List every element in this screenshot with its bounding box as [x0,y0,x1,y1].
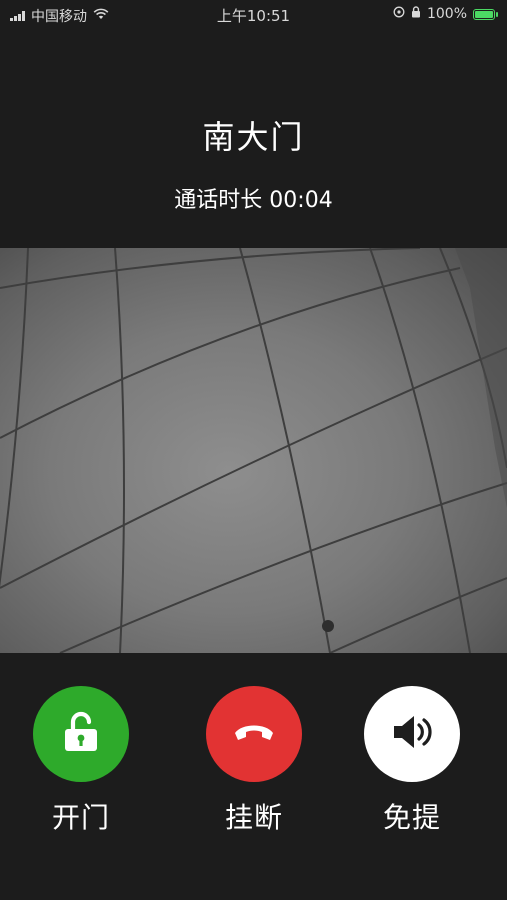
camera-feed [0,248,507,653]
hang-up-button[interactable]: 挂断 [189,680,319,836]
hang-up-label: 挂断 [224,801,283,834]
intercom-call-screen: 中国移动 上午10:51 100% 南大门 通话时长 00:04 开门 挂断 免… [0,0,507,900]
call-controls: 开门 挂断 免提 [0,680,507,840]
hang-up-circle[interactable] [206,686,302,782]
open-door-button[interactable]: 开门 [16,680,146,836]
unlock-icon [61,711,101,757]
speaker-label: 免提 [382,801,441,834]
speaker-icon [390,712,434,756]
duration-label: 通话时长 [174,188,263,213]
call-duration: 通话时长 00:04 [0,182,507,214]
battery-icon [473,8,498,20]
status-bar: 中国移动 上午10:51 100% [0,0,507,30]
open-door-label: 开门 [51,801,110,834]
status-right: 100% [376,6,498,22]
open-door-circle[interactable] [33,686,129,782]
speaker-button[interactable]: 免提 [347,680,477,836]
location-icon [393,6,405,22]
duration-value: 00:04 [269,188,333,213]
phone-hangup-icon [232,721,276,747]
ceiling-grid-graphic [0,248,507,653]
speaker-circle[interactable] [364,686,460,782]
moon-icon [376,6,387,22]
battery-percent: 100% [426,6,467,22]
door-name: 南大门 [202,118,305,156]
lock-rotation-icon [411,6,421,22]
